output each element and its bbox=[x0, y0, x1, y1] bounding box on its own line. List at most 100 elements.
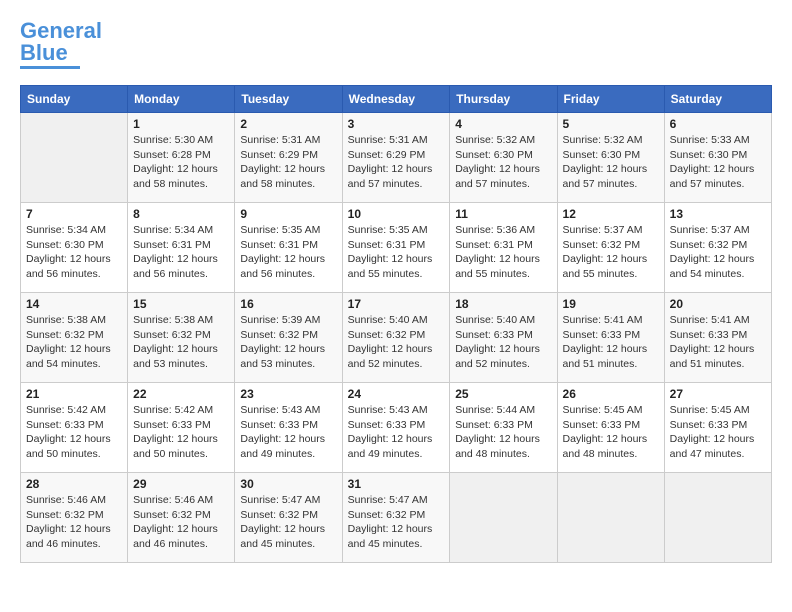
calendar-cell: 6 Sunrise: 5:33 AM Sunset: 6:30 PM Daylig… bbox=[664, 113, 771, 203]
day-info: Sunrise: 5:46 AM Sunset: 6:32 PM Dayligh… bbox=[26, 493, 122, 552]
day-info: Sunrise: 5:32 AM Sunset: 6:30 PM Dayligh… bbox=[563, 133, 659, 192]
day-info: Sunrise: 5:39 AM Sunset: 6:32 PM Dayligh… bbox=[240, 313, 336, 372]
day-number: 3 bbox=[348, 117, 445, 131]
calendar-cell: 17 Sunrise: 5:40 AM Sunset: 6:32 PM Dayli… bbox=[342, 293, 450, 383]
day-number: 8 bbox=[133, 207, 229, 221]
logo-divider bbox=[20, 66, 80, 69]
day-info: Sunrise: 5:43 AM Sunset: 6:33 PM Dayligh… bbox=[240, 403, 336, 462]
week-row-2: 7 Sunrise: 5:34 AM Sunset: 6:30 PM Daylig… bbox=[21, 203, 772, 293]
column-header-saturday: Saturday bbox=[664, 86, 771, 113]
calendar-cell: 23 Sunrise: 5:43 AM Sunset: 6:33 PM Dayli… bbox=[235, 383, 342, 473]
day-number: 10 bbox=[348, 207, 445, 221]
day-info: Sunrise: 5:46 AM Sunset: 6:32 PM Dayligh… bbox=[133, 493, 229, 552]
calendar-cell: 1 Sunrise: 5:30 AM Sunset: 6:28 PM Daylig… bbox=[128, 113, 235, 203]
day-info: Sunrise: 5:33 AM Sunset: 6:30 PM Dayligh… bbox=[670, 133, 766, 192]
logo-blue: Blue bbox=[20, 40, 68, 65]
day-number: 22 bbox=[133, 387, 229, 401]
calendar-cell: 30Sunrise: 5:47 AM Sunset: 6:32 PM Dayli… bbox=[235, 473, 342, 563]
day-number: 12 bbox=[563, 207, 659, 221]
day-info: Sunrise: 5:44 AM Sunset: 6:33 PM Dayligh… bbox=[455, 403, 551, 462]
day-number: 13 bbox=[670, 207, 766, 221]
calendar-cell: 20Sunrise: 5:41 AM Sunset: 6:33 PM Dayli… bbox=[664, 293, 771, 383]
day-number: 11 bbox=[455, 207, 551, 221]
day-number: 25 bbox=[455, 387, 551, 401]
day-info: Sunrise: 5:35 AM Sunset: 6:31 PM Dayligh… bbox=[348, 223, 445, 282]
calendar-cell: 16 Sunrise: 5:39 AM Sunset: 6:32 PM Dayli… bbox=[235, 293, 342, 383]
day-number: 14 bbox=[26, 297, 122, 311]
day-number: 18 bbox=[455, 297, 551, 311]
day-number: 16 bbox=[240, 297, 336, 311]
calendar-table: SundayMondayTuesdayWednesdayThursdayFrid… bbox=[20, 85, 772, 563]
day-info: Sunrise: 5:41 AM Sunset: 6:33 PM Dayligh… bbox=[563, 313, 659, 372]
day-number: 21 bbox=[26, 387, 122, 401]
page-header: General Blue bbox=[20, 20, 772, 69]
day-info: Sunrise: 5:37 AM Sunset: 6:32 PM Dayligh… bbox=[563, 223, 659, 282]
day-info: Sunrise: 5:38 AM Sunset: 6:32 PM Dayligh… bbox=[133, 313, 229, 372]
day-info: Sunrise: 5:30 AM Sunset: 6:28 PM Dayligh… bbox=[133, 133, 229, 192]
calendar-cell: 13 Sunrise: 5:37 AM Sunset: 6:32 PM Dayli… bbox=[664, 203, 771, 293]
day-info: Sunrise: 5:34 AM Sunset: 6:30 PM Dayligh… bbox=[26, 223, 122, 282]
day-info: Sunrise: 5:31 AM Sunset: 6:29 PM Dayligh… bbox=[348, 133, 445, 192]
day-info: Sunrise: 5:31 AM Sunset: 6:29 PM Dayligh… bbox=[240, 133, 336, 192]
calendar-cell bbox=[450, 473, 557, 563]
column-header-friday: Friday bbox=[557, 86, 664, 113]
calendar-cell: 14Sunrise: 5:38 AM Sunset: 6:32 PM Dayli… bbox=[21, 293, 128, 383]
calendar-cell: 26 Sunrise: 5:45 AM Sunset: 6:33 PM Dayli… bbox=[557, 383, 664, 473]
calendar-cell: 11 Sunrise: 5:36 AM Sunset: 6:31 PM Dayli… bbox=[450, 203, 557, 293]
day-number: 29 bbox=[133, 477, 229, 491]
calendar-cell bbox=[557, 473, 664, 563]
day-number: 2 bbox=[240, 117, 336, 131]
day-info: Sunrise: 5:47 AM Sunset: 6:32 PM Dayligh… bbox=[348, 493, 445, 552]
day-number: 28 bbox=[26, 477, 122, 491]
logo-text: General Blue bbox=[20, 20, 102, 64]
day-number: 9 bbox=[240, 207, 336, 221]
calendar-cell: 28 Sunrise: 5:46 AM Sunset: 6:32 PM Dayli… bbox=[21, 473, 128, 563]
week-row-1: 1 Sunrise: 5:30 AM Sunset: 6:28 PM Daylig… bbox=[21, 113, 772, 203]
calendar-cell: 10 Sunrise: 5:35 AM Sunset: 6:31 PM Dayli… bbox=[342, 203, 450, 293]
calendar-cell: 31 Sunrise: 5:47 AM Sunset: 6:32 PM Dayli… bbox=[342, 473, 450, 563]
calendar-cell bbox=[664, 473, 771, 563]
day-number: 5 bbox=[563, 117, 659, 131]
calendar-cell: 21 Sunrise: 5:42 AM Sunset: 6:33 PM Dayli… bbox=[21, 383, 128, 473]
day-number: 1 bbox=[133, 117, 229, 131]
day-info: Sunrise: 5:45 AM Sunset: 6:33 PM Dayligh… bbox=[563, 403, 659, 462]
day-info: Sunrise: 5:36 AM Sunset: 6:31 PM Dayligh… bbox=[455, 223, 551, 282]
day-number: 7 bbox=[26, 207, 122, 221]
column-header-wednesday: Wednesday bbox=[342, 86, 450, 113]
calendar-cell: 24Sunrise: 5:43 AM Sunset: 6:33 PM Dayli… bbox=[342, 383, 450, 473]
day-number: 20 bbox=[670, 297, 766, 311]
header-row: SundayMondayTuesdayWednesdayThursdayFrid… bbox=[21, 86, 772, 113]
calendar-cell: 19Sunrise: 5:41 AM Sunset: 6:33 PM Dayli… bbox=[557, 293, 664, 383]
week-row-3: 14 Sunrise: 5:38 AM Sunset: 6:32 PM Dayli… bbox=[21, 293, 772, 383]
column-header-sunday: Sunday bbox=[21, 86, 128, 113]
column-header-tuesday: Tuesday bbox=[235, 86, 342, 113]
day-info: Sunrise: 5:47 AM Sunset: 6:32 PM Dayligh… bbox=[240, 493, 336, 552]
calendar-cell: 22 Sunrise: 5:42 AM Sunset: 6:33 PM Dayli… bbox=[128, 383, 235, 473]
calendar-cell: 15Sunrise: 5:38 AM Sunset: 6:32 PM Dayli… bbox=[128, 293, 235, 383]
calendar-cell: 5 Sunrise: 5:32 AM Sunset: 6:30 PM Daylig… bbox=[557, 113, 664, 203]
day-number: 6 bbox=[670, 117, 766, 131]
calendar-cell: 18 Sunrise: 5:40 AM Sunset: 6:33 PM Dayli… bbox=[450, 293, 557, 383]
column-header-thursday: Thursday bbox=[450, 86, 557, 113]
calendar-cell: 7 Sunrise: 5:34 AM Sunset: 6:30 PM Daylig… bbox=[21, 203, 128, 293]
day-info: Sunrise: 5:40 AM Sunset: 6:33 PM Dayligh… bbox=[455, 313, 551, 372]
day-number: 31 bbox=[348, 477, 445, 491]
day-info: Sunrise: 5:35 AM Sunset: 6:31 PM Dayligh… bbox=[240, 223, 336, 282]
day-number: 26 bbox=[563, 387, 659, 401]
day-number: 27 bbox=[670, 387, 766, 401]
day-info: Sunrise: 5:32 AM Sunset: 6:30 PM Dayligh… bbox=[455, 133, 551, 192]
day-number: 4 bbox=[455, 117, 551, 131]
calendar-cell bbox=[21, 113, 128, 203]
calendar-cell: 8 Sunrise: 5:34 AM Sunset: 6:31 PM Daylig… bbox=[128, 203, 235, 293]
day-info: Sunrise: 5:42 AM Sunset: 6:33 PM Dayligh… bbox=[133, 403, 229, 462]
calendar-cell: 2 Sunrise: 5:31 AM Sunset: 6:29 PM Daylig… bbox=[235, 113, 342, 203]
calendar-body: 1 Sunrise: 5:30 AM Sunset: 6:28 PM Daylig… bbox=[21, 113, 772, 563]
day-number: 17 bbox=[348, 297, 445, 311]
day-number: 23 bbox=[240, 387, 336, 401]
logo: General Blue bbox=[20, 20, 102, 69]
day-info: Sunrise: 5:40 AM Sunset: 6:32 PM Dayligh… bbox=[348, 313, 445, 372]
week-row-4: 21 Sunrise: 5:42 AM Sunset: 6:33 PM Dayli… bbox=[21, 383, 772, 473]
day-info: Sunrise: 5:37 AM Sunset: 6:32 PM Dayligh… bbox=[670, 223, 766, 282]
day-info: Sunrise: 5:34 AM Sunset: 6:31 PM Dayligh… bbox=[133, 223, 229, 282]
day-info: Sunrise: 5:42 AM Sunset: 6:33 PM Dayligh… bbox=[26, 403, 122, 462]
